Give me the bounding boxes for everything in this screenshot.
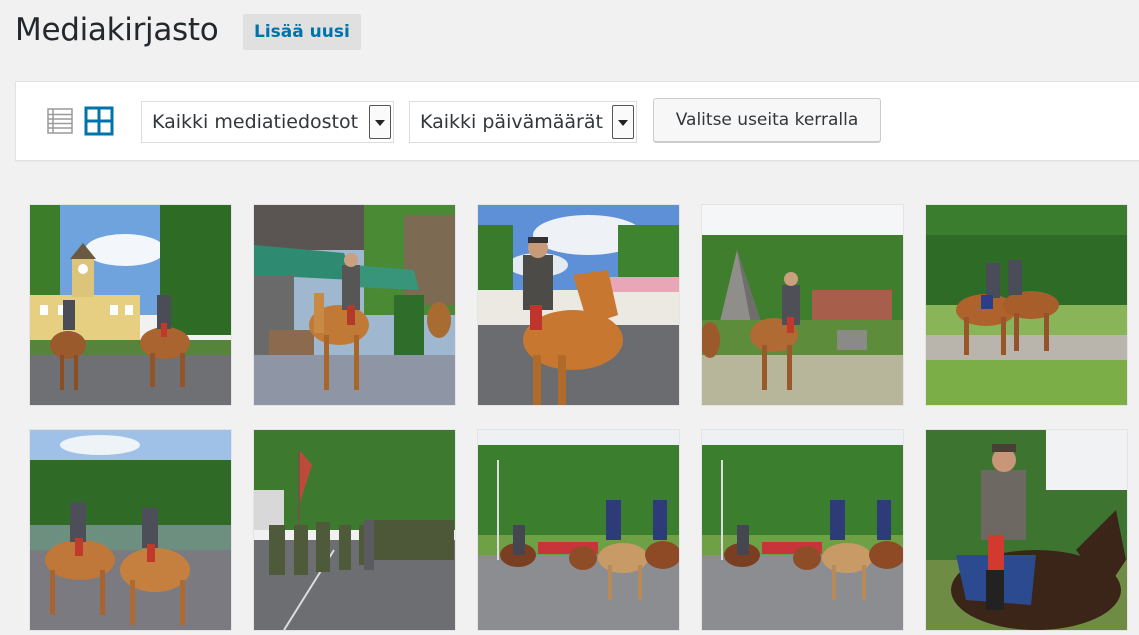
grid-view-icon[interactable] [84, 106, 114, 136]
date-filter[interactable]: Kaikki päivämäärät [409, 101, 637, 143]
chevron-down-icon[interactable] [369, 105, 391, 139]
media-thumbnail[interactable] [30, 205, 231, 405]
media-thumbnail[interactable] [478, 205, 679, 405]
bulk-select-button[interactable]: Valitse useita kerralla [653, 98, 881, 142]
media-thumbnail[interactable] [702, 430, 903, 630]
add-new-button[interactable]: Lisää uusi [243, 14, 361, 50]
media-thumbnail[interactable] [926, 430, 1127, 630]
media-thumbnail[interactable] [478, 430, 679, 630]
media-library-page: Mediakirjasto Lisää uusi Kaikki mediatie… [0, 0, 1139, 635]
media-type-filter[interactable]: Kaikki mediatiedostot [141, 101, 394, 143]
date-filter-value: Kaikki päivämäärät [420, 111, 603, 133]
media-thumbnail[interactable] [254, 430, 455, 630]
media-thumbnail[interactable] [702, 205, 903, 405]
media-thumbnail[interactable] [926, 205, 1127, 405]
media-toolbar: Kaikki mediatiedostot Kaikki päivämäärät… [15, 81, 1139, 161]
media-thumbnail[interactable] [30, 430, 231, 630]
page-title: Mediakirjasto [15, 12, 219, 48]
list-view-icon[interactable] [47, 108, 73, 134]
media-thumbnail[interactable] [254, 205, 455, 405]
chevron-down-icon[interactable] [612, 105, 634, 139]
media-type-filter-value: Kaikki mediatiedostot [152, 111, 359, 133]
